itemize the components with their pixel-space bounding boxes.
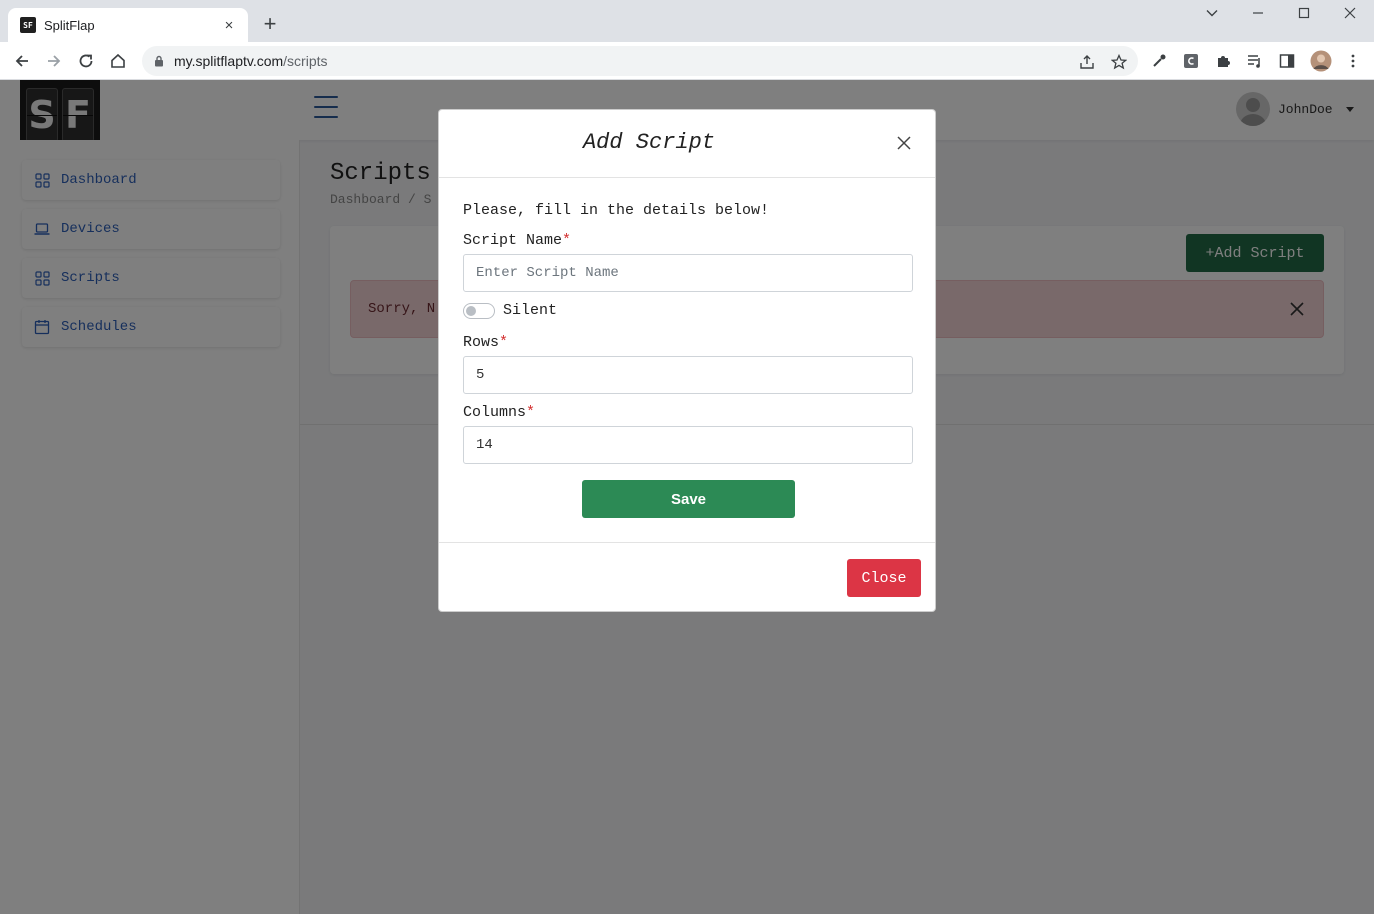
form-intro-text: Please, fill in the details below! (463, 202, 770, 219)
required-mark: * (526, 404, 536, 421)
eyedropper-extension-icon[interactable] (1150, 52, 1168, 70)
share-icon[interactable] (1078, 53, 1096, 71)
browser-tab[interactable]: SF SplitFlap × (8, 8, 248, 42)
side-panel-icon[interactable] (1278, 52, 1296, 70)
bookmark-star-icon[interactable] (1110, 53, 1128, 71)
silent-toggle[interactable] (463, 303, 495, 319)
window-close-icon[interactable] (1336, 6, 1364, 26)
browser-menu-icon[interactable] (1344, 52, 1362, 70)
c-extension-icon[interactable] (1182, 52, 1200, 70)
toggle-knob (466, 306, 476, 316)
modal-footer: Close (439, 542, 935, 611)
browser-tab-bar: SF SplitFlap × + (0, 0, 1374, 42)
modal-header: Add Script (439, 110, 935, 178)
tab-search-icon[interactable] (1198, 6, 1226, 26)
required-mark: * (562, 232, 572, 249)
columns-input[interactable] (463, 426, 913, 464)
tab-title: SplitFlap (44, 17, 95, 33)
new-tab-button[interactable]: + (258, 12, 282, 36)
save-button[interactable]: Save (582, 480, 795, 518)
back-icon[interactable] (10, 49, 34, 73)
extensions-puzzle-icon[interactable] (1214, 52, 1232, 70)
lock-icon[interactable] (154, 55, 164, 67)
minimize-icon[interactable] (1244, 6, 1272, 26)
url-path: /scripts (283, 53, 328, 69)
close-button[interactable]: Close (847, 559, 921, 597)
add-script-modal: Add Script Please, fill in the details b… (438, 109, 936, 612)
reload-icon[interactable] (74, 49, 98, 73)
modal-title: Add Script (582, 130, 716, 155)
columns-label-text: Columns (463, 404, 527, 421)
profile-avatar-icon[interactable] (1310, 50, 1332, 72)
rows-label-text: Rows (463, 334, 500, 351)
browser-toolbar: my.splitflaptv.com/scripts (0, 42, 1374, 80)
rows-label: Rows* (463, 334, 508, 351)
tab-close-icon[interactable]: × (220, 17, 238, 34)
script-name-input[interactable] (463, 254, 913, 292)
home-icon[interactable] (106, 49, 130, 73)
address-bar[interactable]: my.splitflaptv.com/scripts (142, 46, 1138, 76)
media-queue-icon[interactable] (1246, 52, 1264, 70)
url-host: my.splitflaptv.com (174, 53, 284, 69)
splitflap-favicon-icon: SF (20, 17, 36, 33)
silent-label: Silent (503, 302, 558, 319)
script-name-label: Script Name* (463, 232, 571, 249)
required-mark: * (499, 334, 509, 351)
maximize-icon[interactable] (1290, 6, 1318, 26)
script-name-label-text: Script Name (463, 232, 563, 249)
rows-input[interactable] (463, 356, 913, 394)
url-text: my.splitflaptv.com/scripts (174, 53, 328, 69)
forward-icon[interactable] (42, 49, 66, 73)
modal-close-icon[interactable] (895, 134, 913, 152)
columns-label: Columns* (463, 404, 535, 421)
